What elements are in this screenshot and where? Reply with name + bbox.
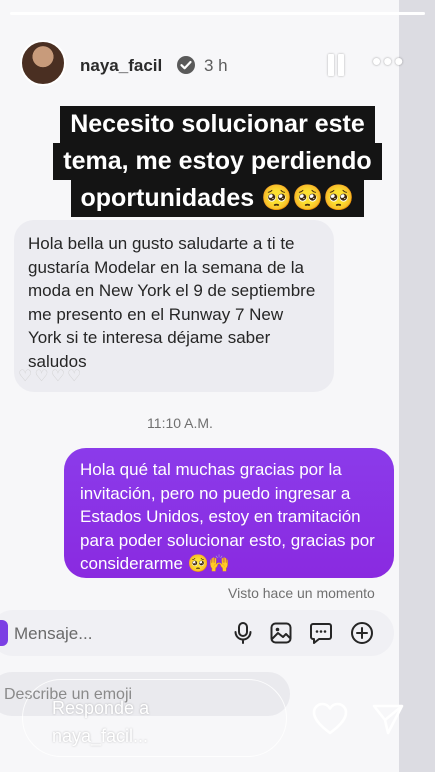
story-header: naya_facil 3 h ••• (0, 34, 435, 94)
story-viewer: naya_facil 3 h ••• Necesito solucionar e… (0, 0, 435, 772)
story-progress-bar (10, 12, 425, 15)
more-icon[interactable]: ••• (372, 48, 406, 74)
send-icon[interactable] (371, 702, 405, 736)
seen-status: Visto hace un momento (228, 585, 375, 601)
image-icon[interactable] (269, 621, 293, 645)
incoming-message-text: Hola bella un gusto saludarte a ti te gu… (28, 234, 316, 371)
reply-placeholder[interactable]: Responde a naya_facil... (52, 694, 149, 750)
message-timestamp: 11:10 A.M. (147, 415, 213, 431)
reply-placeholder-line-1: Responde a (52, 698, 150, 718)
mic-icon[interactable] (231, 621, 255, 645)
story-caption: Necesito solucionar este tema, me estoy … (0, 106, 435, 217)
message-input-placeholder[interactable]: Mensaje... (14, 624, 92, 644)
reply-placeholder-line-2: naya_facil... (52, 726, 149, 746)
verified-icon (177, 56, 195, 74)
caption-line-2: tema, me estoy perdiendo (53, 143, 382, 180)
pause-icon[interactable] (326, 52, 346, 78)
caption-line-3: oportunidades 🥺🥺🥺 (70, 180, 365, 217)
plus-icon[interactable] (350, 621, 374, 645)
story-time: 3 h (204, 56, 228, 75)
heart-icon[interactable] (312, 702, 348, 736)
username[interactable]: naya_facil (80, 56, 162, 76)
outgoing-message-text: Hola qué tal muchas gracias por la invit… (80, 460, 375, 573)
input-accent (0, 620, 8, 646)
sticker-icon[interactable] (309, 621, 333, 645)
caption-line-1: Necesito solucionar este (60, 106, 375, 143)
story-progress-fill (10, 12, 425, 15)
incoming-hearts: ♡♡♡♡ (18, 368, 84, 385)
outgoing-message-bubble: Hola qué tal muchas gracias por la invit… (64, 448, 394, 578)
avatar[interactable] (20, 40, 66, 86)
